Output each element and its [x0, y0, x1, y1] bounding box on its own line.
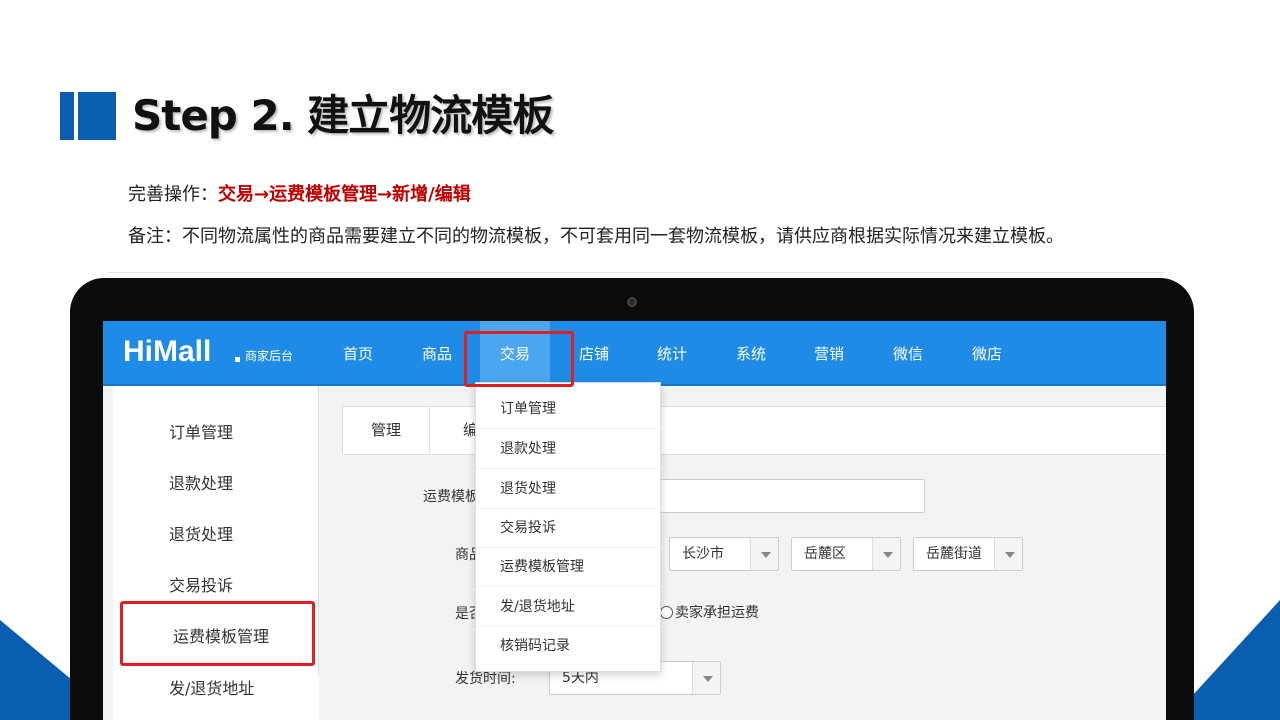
chevron-down-icon [994, 538, 1022, 570]
nav-wechat[interactable]: 微信 [873, 321, 943, 386]
chevron-down-icon [872, 538, 900, 570]
trade-dropdown-menu: 订单管理 退款处理 退货处理 交易投诉 运费模板管理 发/退货地址 核销码记录 [475, 382, 662, 672]
sidebar-item-complaints[interactable]: 交易投诉 [169, 575, 233, 597]
tab-bar: 管理 编 [342, 406, 1166, 455]
street-select-value: 岳麓街道 [926, 546, 982, 562]
top-navigation-bar: HiMall 商家后台 首页 商品 交易 店铺 统计 系统 营销 微信 微店 [103, 321, 1166, 386]
sidebar-item-returns[interactable]: 退货处理 [169, 524, 233, 546]
operation-prefix: 完善操作： [128, 184, 218, 205]
dropdown-item-refunds[interactable]: 退款处理 [476, 429, 662, 469]
annotation-box-trade [464, 331, 574, 387]
sidebar-item-refunds[interactable]: 退款处理 [169, 473, 233, 495]
himall-logo[interactable]: HiMall [123, 335, 211, 369]
sidebar: 订单管理 退款处理 退货处理 交易投诉 运费模板管理 发/退货地址 [103, 386, 319, 720]
template-name-label: 运费模板 [423, 489, 479, 505]
ship-time-value: 5天内 [562, 670, 599, 686]
logo-dot [235, 357, 240, 362]
dropdown-item-verification-records[interactable]: 核销码记录 [476, 626, 662, 666]
divider [108, 272, 1164, 273]
slide: Step 2. 建立物流模板 完善操作：交易→运费模板管理→新增/编辑 备注：不… [0, 0, 1280, 720]
operation-path: 交易→运费模板管理→新增/编辑 [218, 184, 471, 205]
district-select[interactable]: 岳麓区 [791, 537, 901, 571]
annotation-box-freight-template [120, 601, 315, 666]
camera-icon [627, 297, 637, 307]
tab-manage[interactable]: 管理 [343, 407, 431, 454]
dropdown-item-complaints[interactable]: 交易投诉 [476, 508, 662, 548]
sidebar-item-addresses[interactable]: 发/退货地址 [169, 678, 254, 700]
dropdown-item-returns[interactable]: 退货处理 [476, 469, 662, 509]
sidebar-edge [103, 386, 113, 720]
ship-time-label: 发货时间: [455, 671, 516, 687]
nav-statistics[interactable]: 统计 [637, 321, 707, 386]
street-select[interactable]: 岳麓街道 [913, 537, 1023, 571]
title-accent-bar-large [78, 92, 116, 140]
nav-home[interactable]: 首页 [323, 321, 393, 386]
nav-goods[interactable]: 商品 [402, 321, 472, 386]
nav-system[interactable]: 系统 [716, 321, 786, 386]
seller-pays-label: 卖家承担运费 [675, 605, 759, 621]
city-select[interactable]: 长沙市 [669, 537, 779, 571]
operation-line: 完善操作：交易→运费模板管理→新增/编辑 [128, 181, 471, 209]
template-name-input[interactable] [643, 479, 925, 513]
logo-subtitle: 商家后台 [245, 349, 294, 363]
city-select-value: 长沙市 [682, 546, 724, 562]
slide-title: Step 2. 建立物流模板 [132, 91, 554, 140]
dropdown-item-orders[interactable]: 订单管理 [476, 389, 662, 429]
chevron-down-icon [750, 538, 778, 570]
district-select-value: 岳麓区 [804, 546, 846, 562]
chevron-down-icon [692, 662, 720, 694]
dropdown-item-freight-templates[interactable]: 运费模板管理 [476, 547, 662, 587]
nav-microstore[interactable]: 微店 [952, 321, 1022, 386]
sidebar-item-orders[interactable]: 订单管理 [169, 422, 233, 444]
dropdown-item-addresses[interactable]: 发/退货地址 [476, 587, 662, 627]
nav-marketing[interactable]: 营销 [794, 321, 864, 386]
note-line: 备注：不同物流属性的商品需要建立不同的物流模板，不可套用同一套物流模板，请供应商… [128, 226, 1064, 247]
title-accent-bar-small [60, 92, 74, 140]
